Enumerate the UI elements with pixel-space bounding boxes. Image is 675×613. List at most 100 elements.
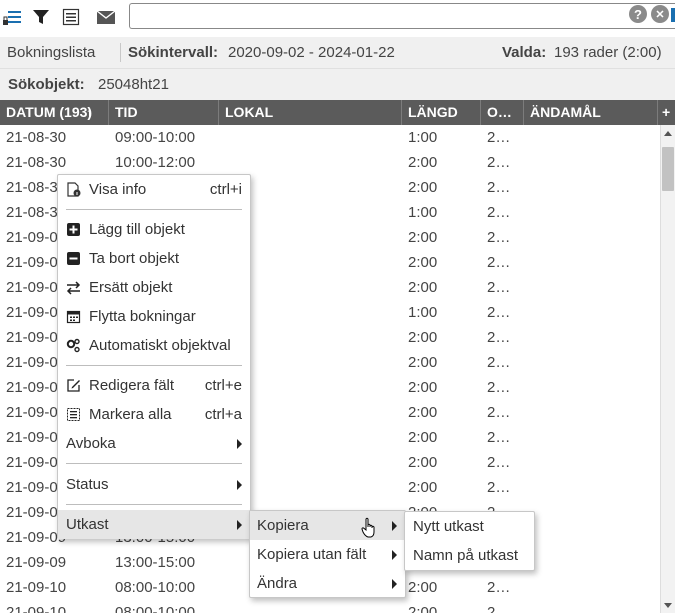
column-header-lokal[interactable]: LOKAL	[219, 100, 402, 125]
table-cell: 08:00-10:00	[115, 579, 196, 596]
column-header-o[interactable]: O…	[481, 100, 524, 125]
table-cell: 2…	[487, 154, 511, 171]
toolbar: ? ✕	[0, 0, 675, 34]
menu-item-avboka[interactable]: Avboka	[58, 429, 250, 458]
table-cell: 21-09-0	[6, 304, 58, 321]
swap-arrows-icon	[66, 281, 81, 295]
submenu-item-namn-pa-utkast[interactable]: Namn på utkast	[405, 541, 534, 570]
menu-item-ta-bort-objekt[interactable]: Ta bort objekt	[58, 244, 250, 273]
table-cell: 2:00	[408, 354, 438, 371]
help-icon[interactable]: ?	[629, 5, 647, 23]
table-cell: 21-09-0	[6, 229, 58, 246]
table-cell: 21-08-30	[6, 129, 67, 146]
filter-icon[interactable]	[29, 5, 53, 29]
info-bar: Bokningslista Sökintervall: 2020-09-02 -…	[0, 37, 675, 68]
table-cell: 2…	[487, 479, 511, 496]
submenu-item-nytt-utkast[interactable]: Nytt utkast	[405, 512, 534, 541]
vertical-scrollbar[interactable]	[660, 125, 675, 613]
table-cell: 09:00-10:00	[115, 129, 196, 146]
column-header-andamal[interactable]: ÄNDAMÅL	[524, 100, 655, 125]
overflow-indicator	[671, 8, 675, 22]
table-row[interactable]: 21-08-30 10:00-12:00 2:00 2…	[0, 150, 660, 175]
table-row[interactable]: 21-08-30 09:00-10:00 1:00 2…	[0, 125, 660, 150]
table-cell: 2…	[487, 279, 511, 296]
scroll-down-icon[interactable]	[664, 603, 672, 608]
list-select-icon[interactable]	[59, 5, 83, 29]
menu-item-lagg-till-objekt[interactable]: Lägg till objekt	[58, 215, 250, 244]
edit-icon	[67, 379, 80, 392]
table-cell: 21-09-0	[6, 504, 58, 521]
table-cell: 2:00	[408, 154, 438, 171]
submenu-item-andra[interactable]: Ändra	[250, 569, 405, 598]
interval-label: Sökintervall:	[128, 44, 219, 61]
menu-item-visa-info[interactable]: Visa info ctrl+i	[58, 175, 250, 204]
table-cell: 2:00	[408, 329, 438, 346]
menu-separator	[66, 463, 242, 464]
scroll-up-icon[interactable]	[664, 131, 672, 136]
menu-item-flytta-bokningar[interactable]: Flytta bokningar	[58, 302, 250, 331]
select-all-icon	[67, 408, 80, 421]
table-cell: 2…	[487, 404, 511, 421]
scroll-thumb[interactable]	[662, 147, 674, 191]
table-header: DATUM (193) ↑ TID LOKAL LÄNGD O… ÄNDAMÅL…	[0, 100, 675, 125]
kopiera-submenu: Nytt utkast Namn på utkast	[404, 511, 535, 571]
info-document-icon	[67, 182, 81, 197]
envelope-icon[interactable]	[94, 5, 118, 29]
submenu-arrow-icon	[392, 550, 397, 560]
menu-item-markera-alla[interactable]: Markera alla ctrl+a	[58, 400, 250, 429]
table-cell: 2:00	[408, 454, 438, 471]
divider	[120, 43, 121, 62]
remove-square-icon	[67, 252, 80, 265]
table-cell: 2:00	[408, 379, 438, 396]
table-cell: 2…	[487, 604, 511, 613]
hand-cursor-icon	[361, 517, 379, 539]
menu-item-automatiskt-objektval[interactable]: Automatiskt objektval	[58, 331, 250, 360]
table-cell: 2…	[487, 179, 511, 196]
table-cell: 21-09-0	[6, 454, 58, 471]
table-cell: 2…	[487, 129, 511, 146]
selected-value: 193 rader (2:00)	[554, 44, 662, 61]
gears-icon	[66, 338, 80, 353]
menu-item-ersatt-objekt[interactable]: Ersätt objekt	[58, 273, 250, 302]
add-square-icon	[67, 223, 80, 236]
menu-item-status[interactable]: Status	[58, 470, 250, 499]
table-cell: 2…	[487, 579, 511, 596]
table-cell: 2:00	[408, 404, 438, 421]
table-cell: 21-08-30	[6, 154, 67, 171]
list-menu-icon[interactable]	[1, 5, 25, 29]
column-header-langd[interactable]: LÄNGD	[402, 100, 481, 125]
table-cell: 21-09-10	[6, 604, 67, 613]
list-title: Bokningslista	[7, 44, 96, 61]
table-cell: 2:00	[408, 279, 438, 296]
submenu-arrow-icon	[237, 439, 242, 449]
close-icon[interactable]: ✕	[651, 5, 669, 23]
submenu-arrow-icon	[237, 520, 242, 530]
table-row[interactable]: 21-09-10 08:00-10:00 2:00 2…	[0, 600, 660, 613]
menu-item-utkast[interactable]: Utkast	[58, 510, 250, 539]
table-cell: 2…	[487, 379, 511, 396]
table-cell: 2:00	[408, 179, 438, 196]
table-cell: 2…	[487, 204, 511, 221]
table-cell: 1:00	[408, 204, 438, 221]
submenu-item-kopiera-utan-falt[interactable]: Kopiera utan fält	[250, 540, 405, 569]
search-object-label: Sökobjekt:	[8, 76, 85, 93]
search-object-value: 25048ht21	[98, 76, 169, 93]
column-header-datum[interactable]: DATUM (193) ↑	[0, 100, 109, 125]
table-cell: 21-09-0	[6, 404, 58, 421]
table-cell: 2…	[487, 254, 511, 271]
submenu-arrow-icon	[237, 480, 242, 490]
submenu-arrow-icon	[392, 579, 397, 589]
add-column-button[interactable]: +	[657, 100, 675, 125]
menu-separator	[66, 365, 242, 366]
column-header-tid[interactable]: TID	[109, 100, 219, 125]
table-cell: 2:00	[408, 254, 438, 271]
table-cell: 1:00	[408, 304, 438, 321]
submenu-item-kopiera[interactable]: Kopiera	[250, 511, 405, 540]
calendar-icon	[66, 310, 81, 324]
table-cell: 2…	[487, 304, 511, 321]
table-cell: 2:00	[408, 479, 438, 496]
menu-item-redigera-falt[interactable]: Redigera fält ctrl+e	[58, 371, 250, 400]
search-input[interactable]	[129, 3, 675, 29]
table-cell: 21-09-10	[6, 579, 67, 596]
table-cell: 21-09-0	[6, 279, 58, 296]
